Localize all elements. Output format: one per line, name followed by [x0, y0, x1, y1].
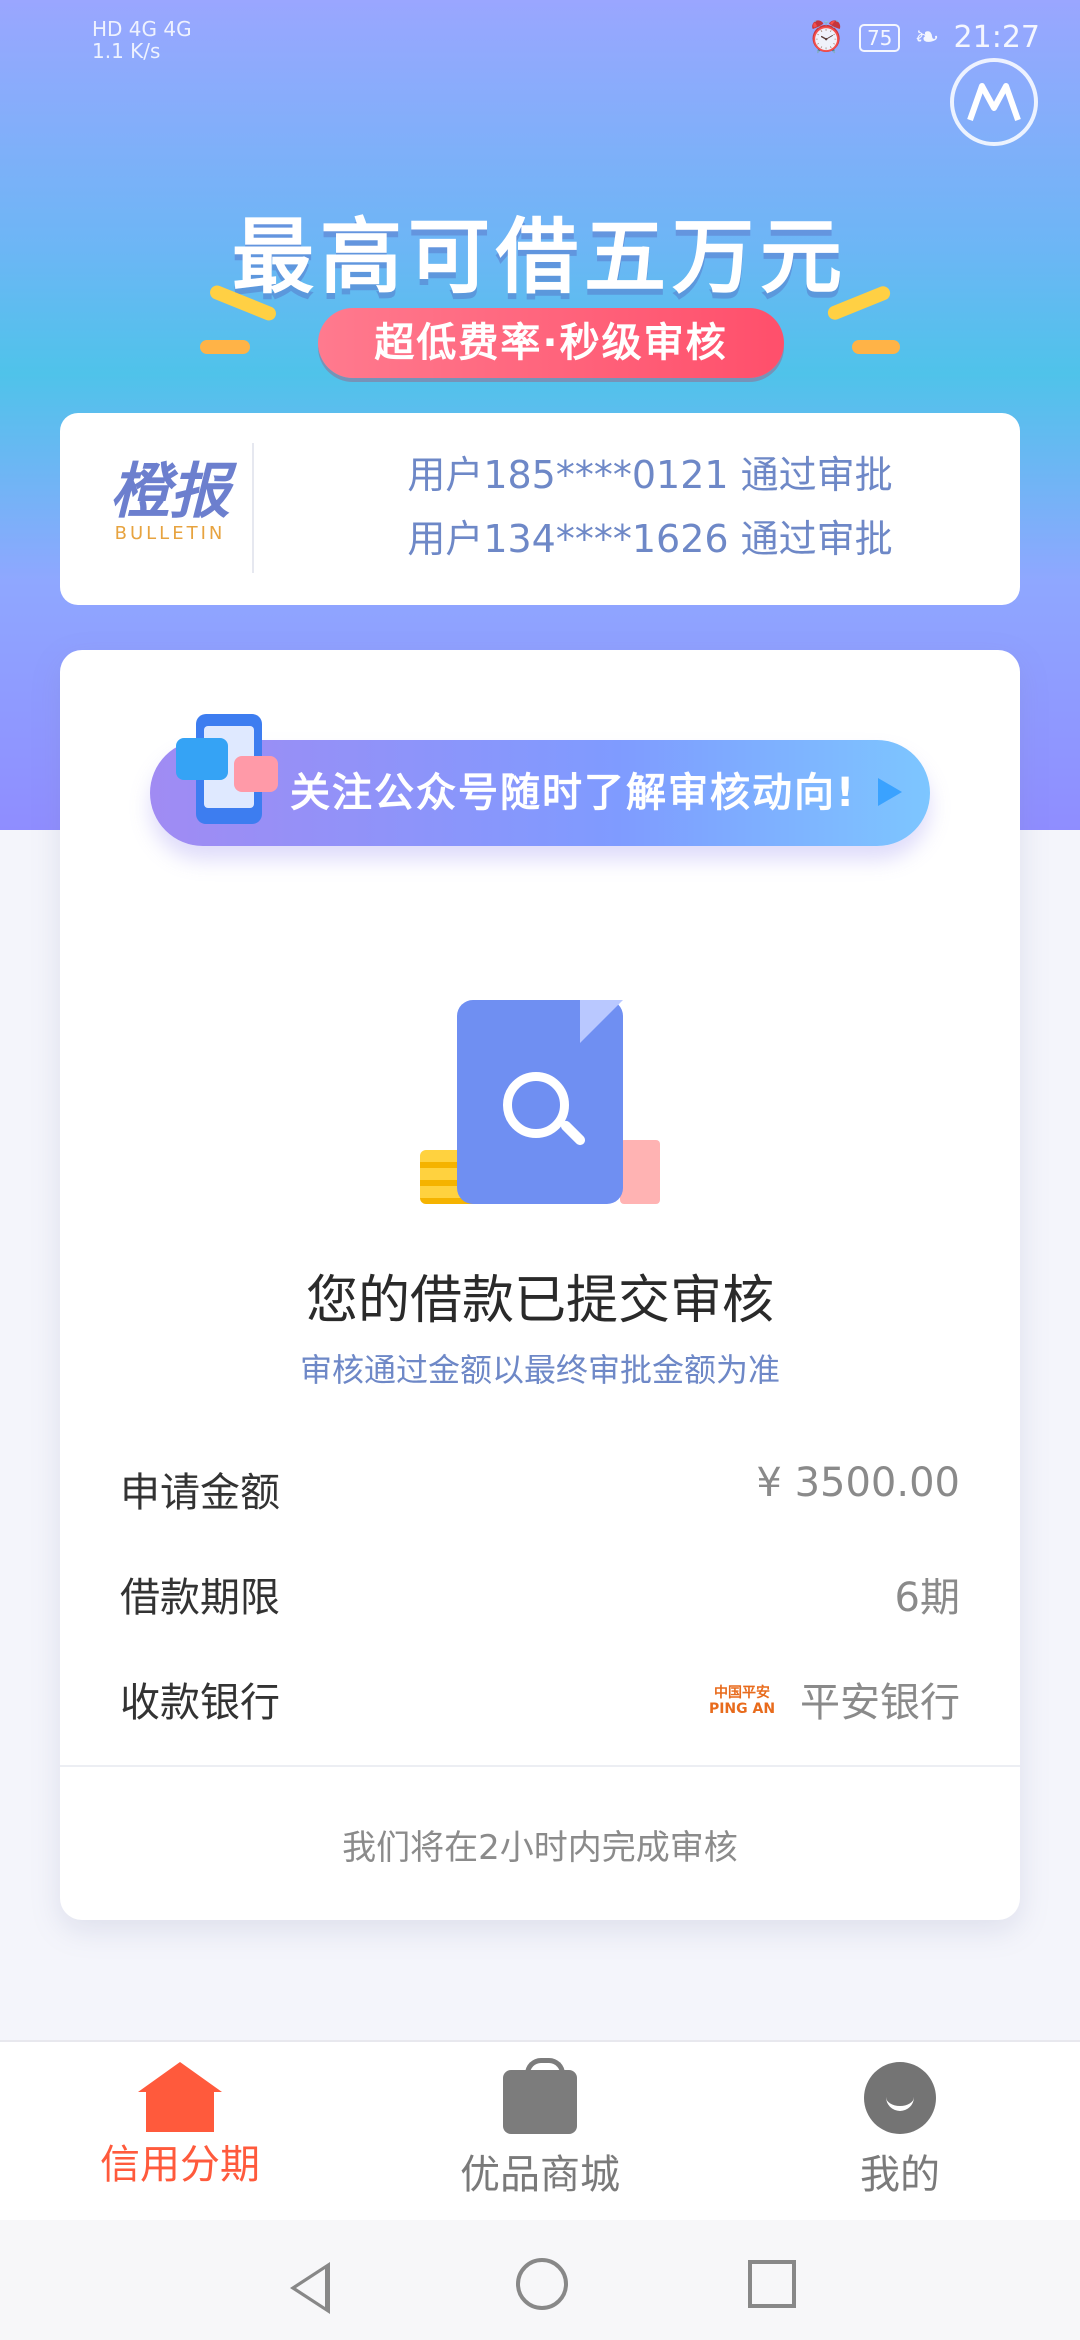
recents-icon[interactable]	[748, 2260, 796, 2308]
document-fold	[580, 1000, 623, 1043]
tab-label: 信用分期	[100, 2142, 260, 2188]
bulletin-logo: 橙报 BULLETIN	[90, 461, 250, 544]
detail-value-bank: 中国平安 PING AN 平安银行	[706, 1670, 960, 1728]
bulletin-lines: 用户185****0121 通过审批 用户134****1626 通过审批	[320, 443, 980, 571]
network-indicators: HD 4G 4G 1.1 K/s	[92, 18, 192, 62]
bulletin-logo-cn: 橙报	[110, 457, 230, 527]
detail-row-amount: 申请金额 ¥ 3500.00	[120, 1460, 960, 1520]
profile-icon	[864, 2062, 936, 2134]
spark-decoration	[200, 340, 250, 354]
tab-credit-installment[interactable]: 信用分期	[60, 2062, 300, 2190]
app-logo-icon[interactable]	[950, 58, 1038, 146]
chat-bubble-icon	[234, 756, 278, 792]
tab-mine[interactable]: 我的	[780, 2062, 1020, 2200]
leaf-icon: ❧	[914, 20, 940, 55]
battery-icon: 75	[858, 23, 901, 52]
hero-pill: 超低费率·秒级审核	[318, 308, 784, 378]
tab-mall[interactable]: 优品商城	[420, 2058, 660, 2200]
magnifier-icon	[503, 1072, 569, 1138]
tab-label: 我的	[860, 2152, 940, 2198]
bank-name: 平安银行	[800, 1680, 960, 1726]
card-divider	[60, 1765, 1020, 1767]
review-title: 您的借款已提交审核	[305, 1271, 774, 1331]
review-subtitle: 审核通过金额以最终审批金额为准	[299, 1351, 780, 1389]
detail-label: 申请金额	[120, 1470, 280, 1516]
pingan-logo-icon: 中国平安 PING AN	[708, 1685, 776, 1717]
detail-label: 借款期限	[120, 1575, 280, 1621]
speed-text: 1.1 K/s	[92, 39, 161, 63]
detail-row-term: 借款期限 6期	[120, 1565, 960, 1625]
spark-decoration	[852, 340, 900, 354]
detail-label: 收款银行	[120, 1680, 280, 1726]
play-arrow-icon	[878, 778, 902, 806]
bulletin-line: 用户185****0121 通过审批	[407, 453, 893, 497]
banknote-icon	[620, 1140, 660, 1204]
bulletin-line: 用户134****1626 通过审批	[407, 517, 893, 561]
back-icon[interactable]	[290, 2262, 330, 2314]
bag-icon	[503, 2058, 577, 2134]
home-circle-icon[interactable]	[516, 2258, 568, 2310]
bulletin-divider	[252, 443, 254, 573]
detail-value: ¥ 3500.00	[756, 1460, 960, 1506]
chat-bubble-icon	[176, 738, 228, 780]
detail-row-bank: 收款银行 中国平安 PING AN 平安银行	[120, 1670, 960, 1730]
clock-text: 21:27	[953, 20, 1040, 55]
alarm-icon: ⏰	[807, 20, 845, 55]
status-right: ⏰ 75 ❧ 21:27	[808, 20, 1040, 55]
hero-title: 最高可借五万元	[231, 210, 848, 305]
network-text: HD 4G 4G	[92, 17, 192, 41]
bulletin-card: 橙报 BULLETIN 用户185****0121 通过审批 用户134****…	[60, 413, 1020, 605]
banner-text: 关注公众号随时了解审核动向!	[290, 770, 857, 816]
home-icon	[138, 2062, 222, 2132]
tab-label: 优品商城	[460, 2152, 620, 2198]
status-bar: HD 4G 4G 1.1 K/s ⏰ 75 ❧ 21:27	[0, 0, 1080, 84]
detail-value: 6期	[894, 1575, 960, 1621]
review-time-note: 我们将在2小时内完成审核	[342, 1828, 738, 1868]
